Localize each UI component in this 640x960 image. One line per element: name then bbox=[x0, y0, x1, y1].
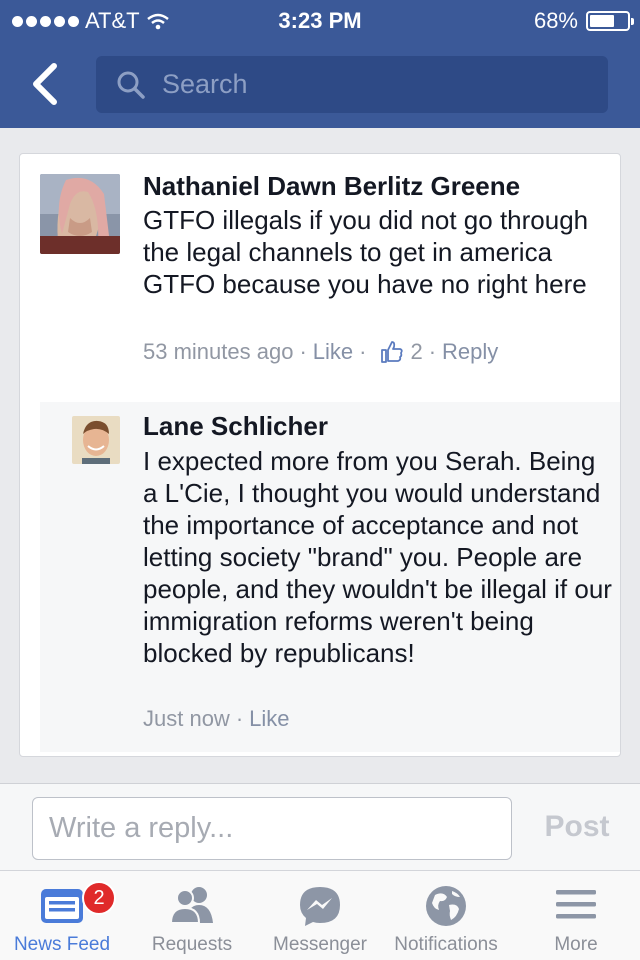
tab-news-feed[interactable]: 2 News Feed bbox=[0, 871, 124, 960]
post-button[interactable]: Post bbox=[532, 810, 622, 844]
search-bar[interactable]: Search bbox=[96, 56, 608, 113]
tab-label: Messenger bbox=[273, 934, 367, 955]
tab-bar: 2 News Feed Requests Messenger Notificat… bbox=[0, 870, 640, 960]
like-button[interactable]: Like bbox=[313, 339, 353, 365]
battery-icon bbox=[586, 11, 634, 31]
reply-button[interactable]: Reply bbox=[442, 339, 498, 365]
tab-label: More bbox=[554, 934, 598, 955]
tab-label: Requests bbox=[151, 934, 233, 955]
comment: Nathaniel Dawn Berlitz Greene GTFO illeg… bbox=[20, 154, 620, 402]
messenger-icon bbox=[300, 887, 340, 926]
status-bar: AT&T 3:23 PM 68% bbox=[0, 0, 640, 40]
search-placeholder: Search bbox=[162, 69, 248, 99]
comment-timestamp: Just now bbox=[143, 706, 230, 731]
tab-label: Notifications bbox=[394, 934, 498, 955]
battery-status: 68% bbox=[533, 8, 634, 34]
news-feed-icon bbox=[41, 889, 83, 923]
back-chevron-icon[interactable] bbox=[28, 62, 64, 106]
tab-more[interactable]: More bbox=[516, 871, 636, 960]
tab-requests[interactable]: Requests bbox=[128, 871, 256, 960]
top-bar: AT&T 3:23 PM 68% Search bbox=[0, 0, 640, 128]
reply-input[interactable]: Write a reply... bbox=[32, 797, 512, 860]
avatar[interactable] bbox=[40, 174, 120, 254]
notification-badge: 2 bbox=[82, 881, 116, 915]
comment-meta: Just now · Like bbox=[143, 706, 290, 732]
like-count: 2 bbox=[410, 339, 423, 364]
comment-meta: 53 minutes ago · Like · 2 · Reply bbox=[143, 339, 499, 365]
globe-icon bbox=[426, 886, 466, 926]
avatar[interactable] bbox=[72, 416, 120, 464]
search-icon bbox=[117, 71, 145, 99]
reply-composer: Write a reply... Post bbox=[0, 783, 640, 870]
hamburger-menu-icon bbox=[556, 890, 596, 919]
comment-thread: Nathaniel Dawn Berlitz Greene GTFO illeg… bbox=[19, 153, 621, 757]
comment-author[interactable]: Nathaniel Dawn Berlitz Greene bbox=[143, 171, 520, 202]
comment-reply: Lane Schlicher I expected more from you … bbox=[40, 402, 620, 752]
like-button[interactable]: Like bbox=[249, 706, 289, 732]
tab-messenger[interactable]: Messenger bbox=[260, 871, 380, 960]
comment-text: I expected more from you Serah. Being a … bbox=[143, 446, 612, 668]
thumbs-up-icon bbox=[381, 341, 404, 363]
comment-author[interactable]: Lane Schlicher bbox=[143, 411, 328, 442]
comment-timestamp: 53 minutes ago bbox=[143, 339, 294, 364]
tab-notifications[interactable]: Notifications bbox=[384, 871, 508, 960]
comment-text: GTFO illegals if you did not go through … bbox=[143, 205, 589, 299]
battery-percent: 68% bbox=[533, 8, 578, 33]
tab-label: News Feed bbox=[13, 934, 111, 955]
reply-placeholder: Write a reply... bbox=[49, 812, 234, 844]
friend-requests-icon bbox=[169, 887, 213, 924]
